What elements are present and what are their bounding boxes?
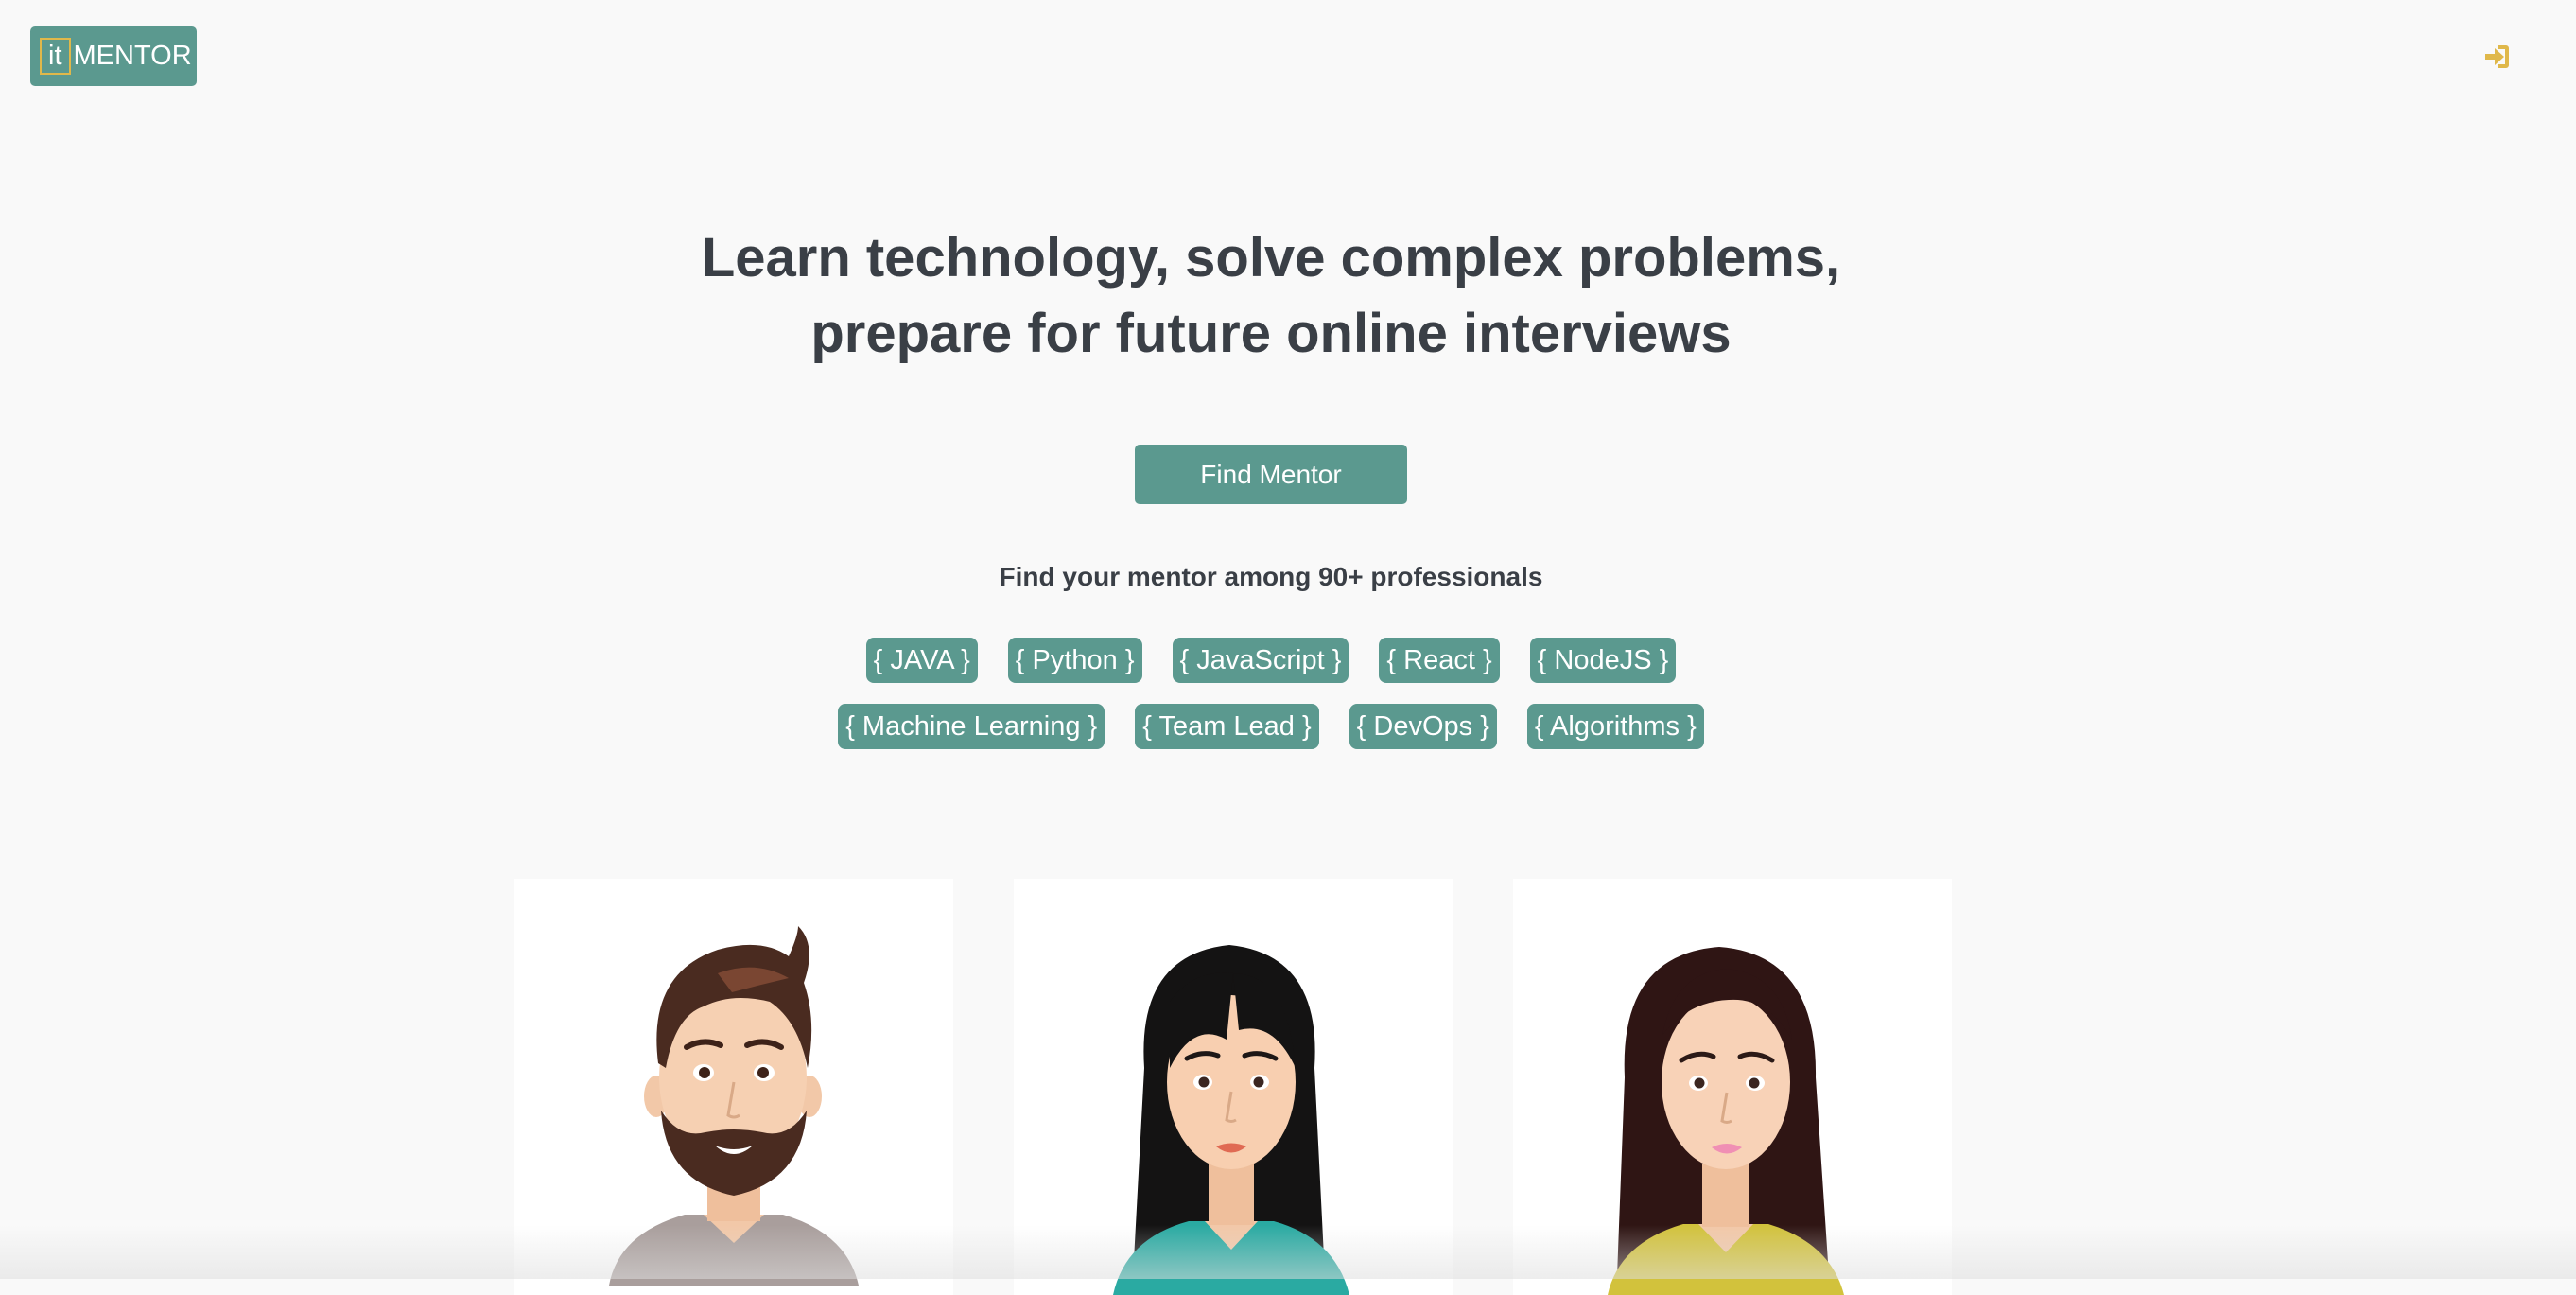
mentor-card-3[interactable] <box>1513 879 1952 1295</box>
tag-java[interactable]: { JAVA } <box>865 638 978 683</box>
hero-title: Learn technology, solve complex problems… <box>0 220 2542 372</box>
mentor-card-2[interactable] <box>1014 879 1453 1295</box>
hero-title-line2: prepare for future online interviews <box>810 303 1732 364</box>
woman-brown-hair-avatar <box>1608 947 1844 1295</box>
tag-python[interactable]: { Python } <box>1007 638 1142 683</box>
tag-devops[interactable]: { DevOps } <box>1349 704 1497 749</box>
mentor-count-subtitle: Find your mentor among 90+ professionals <box>999 562 1543 591</box>
tag-javascript[interactable]: { JavaScript } <box>1172 638 1349 683</box>
tag-nodejs[interactable]: { NodeJS } <box>1529 638 1677 683</box>
bearded-man-avatar <box>609 926 859 1286</box>
tag-algorithms[interactable]: { Algorithms } <box>1526 704 1704 749</box>
find-mentor-button[interactable]: Find Mentor <box>1135 445 1407 504</box>
hero-title-line1: Learn technology, solve complex problems… <box>701 227 1841 289</box>
tag-team-lead[interactable]: { Team Lead } <box>1135 704 1319 749</box>
tag-machine-learning[interactable]: { Machine Learning } <box>838 704 1105 749</box>
sign-in-icon[interactable] <box>2481 43 2512 71</box>
tag-react[interactable]: { React } <box>1379 638 1500 683</box>
mentor-card-1[interactable] <box>514 879 953 1295</box>
logo-text: MENTOR <box>73 41 192 71</box>
logo-it: it <box>40 38 71 75</box>
logo[interactable]: it MENTOR <box>30 26 197 86</box>
tag-row-1: { JAVA } { Python } { JavaScript } { Rea… <box>0 638 2542 683</box>
woman-dark-hair-avatar <box>1113 945 1349 1295</box>
tag-row-2: { Machine Learning } { Team Lead } { Dev… <box>0 704 2542 749</box>
